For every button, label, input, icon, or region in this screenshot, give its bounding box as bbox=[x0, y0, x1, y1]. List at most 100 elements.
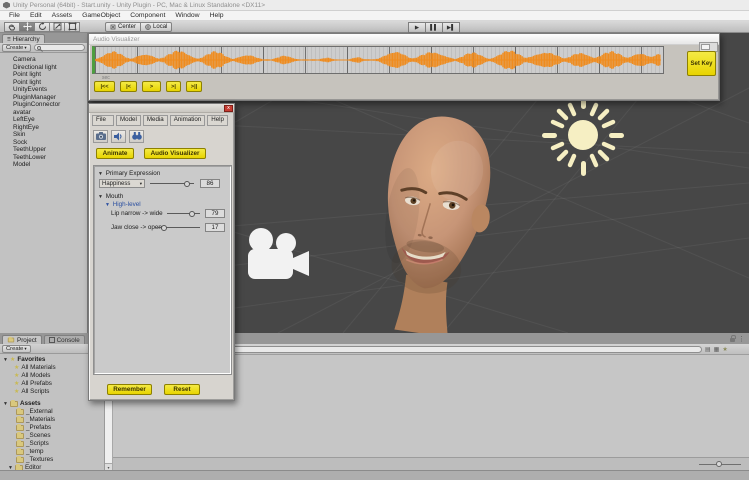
audio-button[interactable] bbox=[111, 129, 126, 143]
hierarchy-item[interactable]: Directional light bbox=[0, 64, 87, 72]
hierarchy-item[interactable]: PluginConnector bbox=[0, 101, 87, 109]
tab-project[interactable]: Project bbox=[2, 335, 42, 344]
rotate-tool-button[interactable] bbox=[34, 21, 50, 32]
plugin-menu-model[interactable]: Model bbox=[116, 115, 141, 126]
rect-tool-button[interactable] bbox=[64, 21, 80, 32]
happiness-value-field[interactable]: 86 bbox=[200, 179, 220, 188]
hierarchy-item[interactable]: UnityEvents bbox=[0, 86, 87, 94]
folder-icon bbox=[16, 448, 24, 455]
slider-thumb[interactable] bbox=[189, 210, 196, 217]
menu-gameobject[interactable]: GameObject bbox=[77, 12, 125, 19]
local-space-button[interactable]: Local bbox=[140, 21, 173, 32]
hierarchy-item[interactable]: TeethUpper bbox=[0, 146, 87, 154]
hierarchy-item[interactable]: Point light bbox=[0, 79, 87, 87]
hierarchy-item[interactable]: Skin bbox=[0, 131, 87, 139]
inspect-button[interactable] bbox=[129, 129, 144, 143]
slider-thumb[interactable] bbox=[183, 180, 190, 187]
expression-selector[interactable]: Happiness ▾ bbox=[99, 179, 145, 188]
tree-item[interactable]: _temp bbox=[0, 448, 104, 456]
hierarchy-item[interactable]: avatar bbox=[0, 109, 87, 117]
hierarchy-item[interactable]: Point light bbox=[0, 71, 87, 79]
tree-item-assets[interactable]: ▼ Assets bbox=[0, 400, 104, 408]
lip-slider[interactable] bbox=[167, 209, 200, 217]
menu-window[interactable]: Window bbox=[170, 12, 204, 19]
primary-expression-header[interactable]: ▼ Primary Expression bbox=[98, 170, 160, 177]
hierarchy-item[interactable]: PluginManager bbox=[0, 94, 87, 102]
slider-thumb[interactable] bbox=[716, 461, 722, 467]
menu-help[interactable]: Help bbox=[205, 12, 229, 19]
tab-console[interactable]: Console bbox=[43, 335, 85, 344]
lip-value-field[interactable]: 79 bbox=[205, 209, 225, 218]
expand-icon[interactable]: ▼ bbox=[3, 356, 8, 364]
scale-tool-button[interactable] bbox=[49, 21, 65, 32]
pivot-center-button[interactable]: Center bbox=[105, 21, 142, 32]
expand-icon: ▼ bbox=[98, 194, 103, 200]
play-button[interactable]: ▶ bbox=[408, 22, 426, 33]
menu-bar: File Edit Assets GameObject Component Wi… bbox=[0, 11, 749, 21]
slider-thumb[interactable] bbox=[161, 224, 168, 231]
high-level-header[interactable]: ▼ High-level bbox=[105, 201, 141, 208]
step-button[interactable]: ▶▌ bbox=[442, 22, 460, 33]
head-model[interactable] bbox=[370, 110, 498, 334]
search-by-type-icon[interactable]: ▤ bbox=[705, 346, 711, 353]
remember-button[interactable]: Remember bbox=[107, 384, 152, 395]
tree-item[interactable]: _External bbox=[0, 408, 104, 416]
close-button[interactable]: x bbox=[224, 105, 233, 112]
favorite-search-icon[interactable]: ★ bbox=[722, 346, 727, 353]
hierarchy-item[interactable]: RightEye bbox=[0, 124, 87, 132]
happiness-slider[interactable] bbox=[150, 179, 194, 187]
menu-file[interactable]: File bbox=[4, 12, 25, 19]
audio-visualizer-button[interactable]: Audio Visualizer bbox=[144, 148, 206, 159]
plugin-menu-media[interactable]: Media bbox=[142, 115, 168, 126]
tab-hierarchy[interactable]: ≡ Hierarchy bbox=[2, 34, 45, 43]
tree-item[interactable]: _Textures bbox=[0, 456, 104, 464]
animate-button[interactable]: Animate bbox=[96, 148, 134, 159]
audio-visualizer-window: Audio Visualizer sec |<< |< > >| >|| Set… bbox=[88, 33, 720, 101]
jaw-slider[interactable] bbox=[158, 223, 200, 231]
scrollbar-thumb[interactable] bbox=[701, 44, 710, 50]
plugin-title-bar[interactable]: x bbox=[89, 104, 234, 113]
pause-button[interactable]: ▌▌ bbox=[425, 22, 443, 33]
mouth-header[interactable]: ▼ Mouth bbox=[98, 193, 123, 200]
audio-visualizer-title-bar[interactable]: Audio Visualizer bbox=[89, 34, 719, 45]
panel-menu-icon[interactable]: ⋮ bbox=[738, 335, 745, 344]
unity-editor-window: Unity Personal (64bit) - Start.unity - U… bbox=[0, 0, 749, 480]
plugin-menu-file[interactable]: File bbox=[92, 115, 114, 126]
tree-item[interactable]: _Materials bbox=[0, 416, 104, 424]
expand-icon[interactable]: ▼ bbox=[3, 400, 8, 408]
menu-edit[interactable]: Edit bbox=[25, 12, 47, 19]
hierarchy-create-button[interactable]: Create ▾ bbox=[2, 43, 31, 52]
play-audio-button[interactable]: > bbox=[142, 81, 161, 92]
snapshot-button[interactable] bbox=[93, 129, 108, 143]
set-key-button[interactable]: Set Key bbox=[687, 51, 716, 76]
hierarchy-item[interactable]: TeethLower bbox=[0, 154, 87, 162]
hierarchy-item[interactable]: Sock bbox=[0, 139, 87, 147]
go-to-start-button[interactable]: |<< bbox=[94, 81, 115, 92]
reset-button[interactable]: Reset bbox=[164, 384, 200, 395]
scroll-down-arrow[interactable]: ▾ bbox=[105, 463, 112, 470]
jaw-value-field[interactable]: 17 bbox=[205, 223, 225, 232]
hierarchy-item[interactable]: LeftEye bbox=[0, 116, 87, 124]
camera-gizmo-icon[interactable] bbox=[242, 227, 314, 285]
tree-item[interactable]: _Prefabs bbox=[0, 424, 104, 432]
hierarchy-item[interactable]: Camera bbox=[0, 56, 87, 64]
waveform-timeline[interactable] bbox=[92, 46, 664, 74]
move-tool-button[interactable] bbox=[19, 21, 35, 32]
hand-tool-button[interactable] bbox=[4, 21, 20, 32]
project-create-button[interactable]: Create ▾ bbox=[2, 344, 31, 353]
step-back-button[interactable]: |< bbox=[120, 81, 137, 92]
go-to-end-button[interactable]: >|| bbox=[186, 81, 202, 92]
sun-gizmo-icon[interactable] bbox=[540, 92, 626, 178]
lock-icon[interactable] bbox=[730, 334, 736, 342]
plugin-menu-animation[interactable]: Animation bbox=[169, 115, 206, 126]
asset-zoom-slider[interactable] bbox=[699, 461, 741, 467]
step-forward-button[interactable]: >| bbox=[166, 81, 181, 92]
plugin-menu-help[interactable]: Help bbox=[207, 115, 228, 126]
tree-item[interactable]: _Scenes bbox=[0, 432, 104, 440]
search-by-label-icon[interactable]: ▦ bbox=[714, 346, 720, 353]
menu-assets[interactable]: Assets bbox=[47, 12, 77, 19]
hierarchy-item[interactable]: Model bbox=[0, 161, 87, 169]
hierarchy-search-input[interactable] bbox=[33, 44, 85, 51]
menu-component[interactable]: Component bbox=[125, 12, 170, 19]
tree-item[interactable]: _Scripts bbox=[0, 440, 104, 448]
